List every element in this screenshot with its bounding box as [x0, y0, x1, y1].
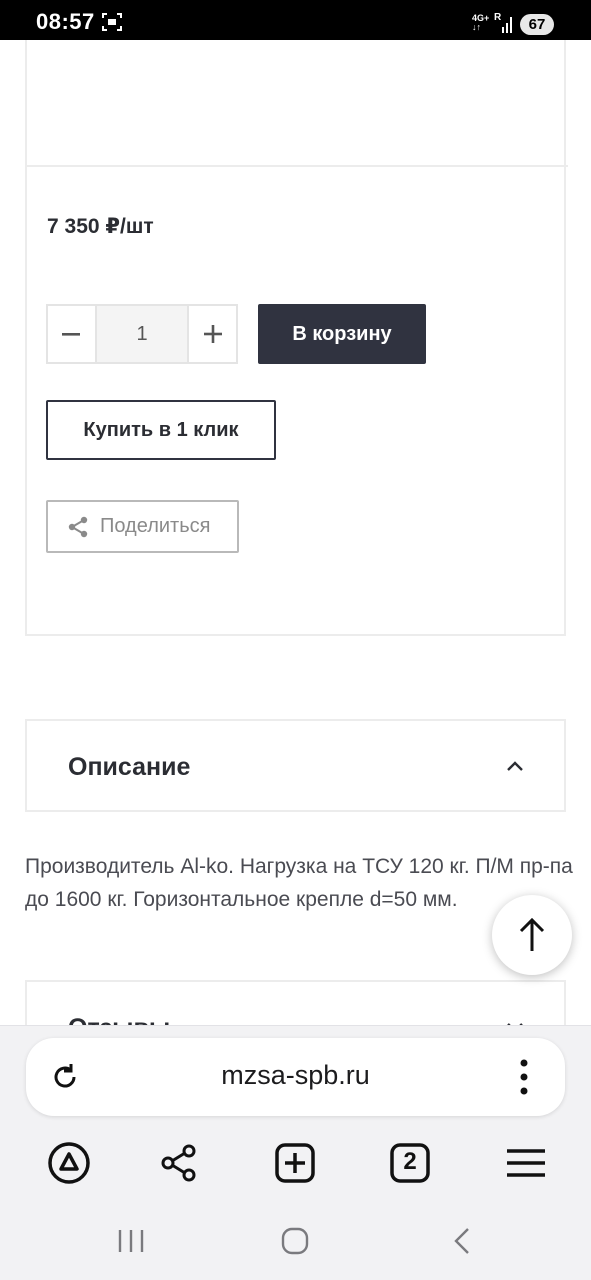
address-bar[interactable]: mzsa-spb.ru [26, 1038, 565, 1116]
share-page-icon[interactable] [155, 1138, 205, 1188]
scroll-to-top-button[interactable] [492, 895, 572, 975]
status-time: 08:57 [36, 9, 95, 34]
back-icon[interactable] [448, 1226, 478, 1256]
share-button[interactable]: Поделиться [46, 500, 239, 553]
description-accordion[interactable]: Описание [25, 719, 566, 812]
share-icon [68, 516, 88, 537]
alice-assistant-icon[interactable] [44, 1138, 94, 1188]
quantity-stepper: 1 [46, 304, 238, 364]
battery-indicator: 67 [520, 14, 554, 35]
quantity-increase-button[interactable] [189, 306, 237, 362]
screenshot-icon [102, 13, 122, 31]
add-to-cart-button[interactable]: В корзину [258, 304, 426, 364]
share-label: Поделиться [100, 515, 211, 537]
page-content: 7 350 ₽/шт 1 В корзину Купить в 1 клик П… [0, 40, 591, 1025]
signal-icon [502, 17, 512, 33]
home-icon[interactable] [280, 1226, 310, 1256]
description-title: Описание [68, 753, 191, 781]
chevron-up-icon [507, 761, 523, 771]
reviews-accordion[interactable]: Отзывы [25, 980, 566, 1025]
quantity-decrease-button[interactable] [48, 306, 95, 362]
tabs-count: 2 [403, 1148, 417, 1175]
roaming-indicator: R [494, 12, 502, 23]
tabs-button[interactable]: 2 [385, 1138, 435, 1188]
recent-apps-icon[interactable] [116, 1226, 146, 1256]
url-text: mzsa-spb.ru [221, 1060, 370, 1090]
plus-icon [203, 325, 222, 343]
menu-icon[interactable] [501, 1138, 551, 1188]
minus-icon [62, 333, 81, 336]
arrow-up-icon [519, 917, 545, 951]
reviews-title: Отзывы [68, 1014, 170, 1025]
quantity-input[interactable]: 1 [94, 306, 190, 362]
status-bar: 08:57 4G+ ↓↑ R 67 [0, 0, 591, 40]
more-vertical-icon[interactable] [516, 1058, 532, 1096]
network-type: 4G+ ↓↑ [472, 13, 490, 32]
new-tab-icon[interactable] [270, 1138, 320, 1188]
description-text: Производитель Al-ko. Нагрузка на ТСУ 120… [25, 855, 573, 911]
product-price: 7 350 ₽/шт [47, 215, 154, 238]
card-divider [27, 165, 568, 167]
buy-one-click-button[interactable]: Купить в 1 клик [46, 400, 276, 460]
product-card: 7 350 ₽/шт 1 В корзину Купить в 1 клик П… [25, 40, 568, 636]
browser-bottom-bar: mzsa-spb.ru 2 [0, 1025, 591, 1280]
